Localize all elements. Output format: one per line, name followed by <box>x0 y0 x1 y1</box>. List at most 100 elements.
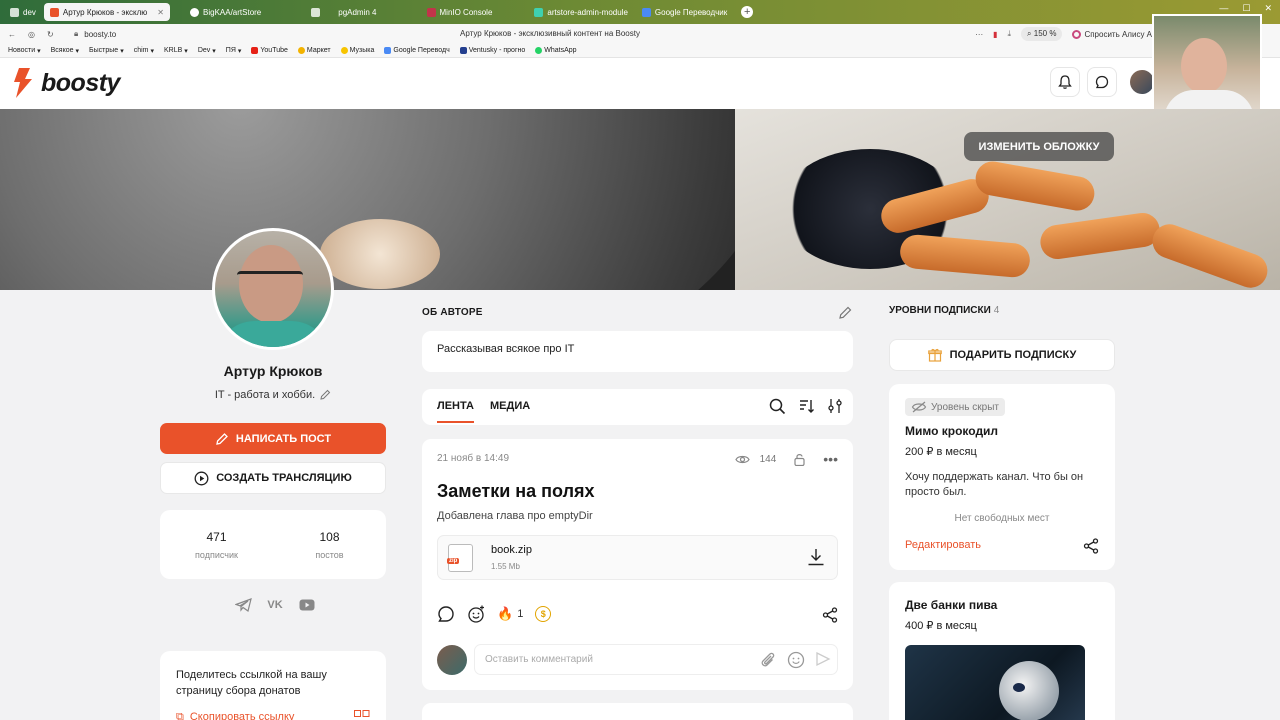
zoom-badge[interactable]: ⌕ 150 % <box>1021 27 1063 41</box>
fire-reaction[interactable]: 🔥 1 <box>497 606 523 622</box>
vk-icon[interactable]: VK <box>266 598 284 612</box>
github-icon <box>190 7 199 17</box>
more-icon[interactable]: ⋯ <box>975 30 983 39</box>
donate-coin-icon[interactable]: $ <box>535 606 552 622</box>
pencil-icon <box>839 306 852 319</box>
user-avatar[interactable] <box>1130 70 1154 94</box>
avatar-head <box>239 245 303 323</box>
author-avatar[interactable] <box>212 228 334 350</box>
browser-tab-github[interactable]: BigKAA/artStore <box>184 3 267 21</box>
download-button[interactable] <box>807 548 825 566</box>
alisa-icon <box>1072 29 1082 39</box>
browser-tab-minio[interactable]: MinIO Console <box>421 3 499 21</box>
tab-close-icon[interactable]: ✕ <box>157 8 164 17</box>
bookmark-folder[interactable]: ПЯ ▾ <box>226 47 242 55</box>
filter-button[interactable] <box>828 398 842 414</box>
url-field[interactable]: boosty.to <box>84 30 424 39</box>
edit-pencil-icon[interactable] <box>319 389 331 401</box>
bookmark-market[interactable]: Маркет <box>297 47 331 54</box>
post-title[interactable]: Заметки на полях <box>437 481 595 502</box>
share-button[interactable] <box>822 607 838 623</box>
maximize-icon[interactable]: ☐ <box>1242 3 1250 14</box>
bookmark-whatsapp[interactable]: WhatsApp <box>535 47 577 54</box>
lock-icon <box>794 453 805 466</box>
bookmark-translate[interactable]: Google Переводч <box>384 47 450 54</box>
tab-media[interactable]: МЕДИА <box>490 400 530 412</box>
feed-tabs: ЛЕНТА МЕДИА <box>422 389 853 425</box>
comment-row: Оставить комментарий <box>437 644 838 675</box>
eye-off-icon <box>911 401 927 413</box>
post-card <box>422 703 853 720</box>
emoji-icon[interactable] <box>787 651 805 669</box>
filter-sliders-icon <box>828 399 842 413</box>
avatar-glasses <box>237 271 303 283</box>
comment-icon[interactable] <box>437 605 455 623</box>
boosty-logo-icon <box>14 68 32 98</box>
bookmark-folder[interactable]: Всякое ▾ <box>51 47 79 55</box>
post-reactions: 🔥 1 $ <box>437 605 552 623</box>
minimize-icon[interactable]: — <box>1219 3 1228 14</box>
send-icon[interactable] <box>815 651 831 667</box>
sort-button[interactable] <box>799 398 815 414</box>
attach-icon[interactable] <box>759 651 777 669</box>
bookmark-folder[interactable]: Быстрые ▾ <box>89 47 124 55</box>
attachment[interactable]: zip book.zip 1.55 Mb <box>437 535 838 580</box>
nav-buttons: ← ◎ ↻ <box>0 30 74 39</box>
download-icon[interactable]: ⤓ <box>1008 29 1012 39</box>
post-menu-button[interactable]: ••• <box>823 451 838 467</box>
write-post-button[interactable]: НАПИСАТЬ ПОСТ <box>160 423 386 454</box>
alisa-button[interactable]: Спросить Алису А <box>1072 29 1152 39</box>
bookmark-music[interactable]: Музыка <box>340 47 374 54</box>
new-tab-button[interactable]: + <box>735 3 759 21</box>
browser-tab-artstore[interactable]: artstore-admin-module <box>528 3 633 21</box>
bookmark-folder[interactable]: Dev ▾ <box>198 47 216 55</box>
notifications-button[interactable] <box>1050 67 1080 97</box>
browser-tab-boosty[interactable]: Артур Крюков - эксклю ✕ <box>43 3 170 21</box>
zoom-icon: ⌕ <box>1027 29 1034 38</box>
copy-link-button[interactable]: ⧉ Скопировать ссылку <box>176 709 370 720</box>
page-title: Артур Крюков - эксклюзивный контент на B… <box>460 29 640 38</box>
comment-input[interactable]: Оставить комментарий <box>474 644 838 675</box>
create-stream-button[interactable]: СОЗДАТЬ ТРАНСЛЯЦИЮ <box>160 462 386 494</box>
minio-icon <box>426 7 436 17</box>
tier-edit-link[interactable]: Редактировать <box>905 539 981 551</box>
home-icon[interactable]: ◎ <box>28 30 35 39</box>
post-meta: 144 ••• <box>734 451 838 467</box>
bookmark-ventusky[interactable]: Ventusky - прогно <box>459 47 525 54</box>
qr-icon[interactable] <box>354 710 370 720</box>
browser-tab-dev[interactable]: dev <box>4 3 42 21</box>
search-button[interactable] <box>769 398 786 415</box>
gift-subscription-button[interactable]: ПОДАРИТЬ ПОДПИСКУ <box>889 339 1115 371</box>
bookmark-folder[interactable]: chim ▾ <box>134 47 154 55</box>
robot-eye <box>1013 683 1025 692</box>
browser-tab-translate[interactable]: Google Переводчик <box>636 3 733 21</box>
browser-tab-pgadmin[interactable]: pgAdmin 4 <box>305 3 382 21</box>
attachment-size: 1.55 Mb <box>491 562 520 571</box>
stat-posts[interactable]: 108 постов <box>273 510 386 579</box>
translate-icon <box>641 7 651 17</box>
market-icon <box>297 47 305 54</box>
sort-icon <box>800 400 814 413</box>
reload-icon[interactable]: ↻ <box>47 30 54 39</box>
back-icon[interactable]: ← <box>8 30 16 39</box>
gift-icon <box>927 348 942 362</box>
bookmark-youtube[interactable]: YouTube <box>251 47 288 54</box>
post-views: 144 <box>759 453 777 465</box>
bookmark-folder[interactable]: Новости ▾ <box>8 47 41 55</box>
post-date: 21 нояб в 14:49 <box>437 453 510 464</box>
boosty-logo[interactable]: boosty <box>10 68 120 98</box>
telegram-icon[interactable] <box>234 598 252 612</box>
webcam-face <box>1181 38 1227 94</box>
tier-share-button[interactable] <box>1083 538 1099 554</box>
tab-feed[interactable]: ЛЕНТА <box>437 400 474 423</box>
bookmark-folder[interactable]: KRLB ▾ <box>164 47 188 55</box>
about-edit-button[interactable] <box>838 305 853 320</box>
close-window-icon[interactable]: ✕ <box>1264 3 1272 14</box>
stat-subscribers[interactable]: 471 подписчик <box>160 510 273 579</box>
add-reaction-icon[interactable] <box>467 605 485 623</box>
messages-button[interactable] <box>1087 67 1117 97</box>
change-cover-button[interactable]: ИЗМЕНИТЬ ОБЛОЖКУ <box>964 132 1114 161</box>
chat-icon <box>1095 75 1109 89</box>
bookmark-icon[interactable]: ▮ <box>993 30 997 39</box>
youtube-icon[interactable] <box>298 598 316 612</box>
